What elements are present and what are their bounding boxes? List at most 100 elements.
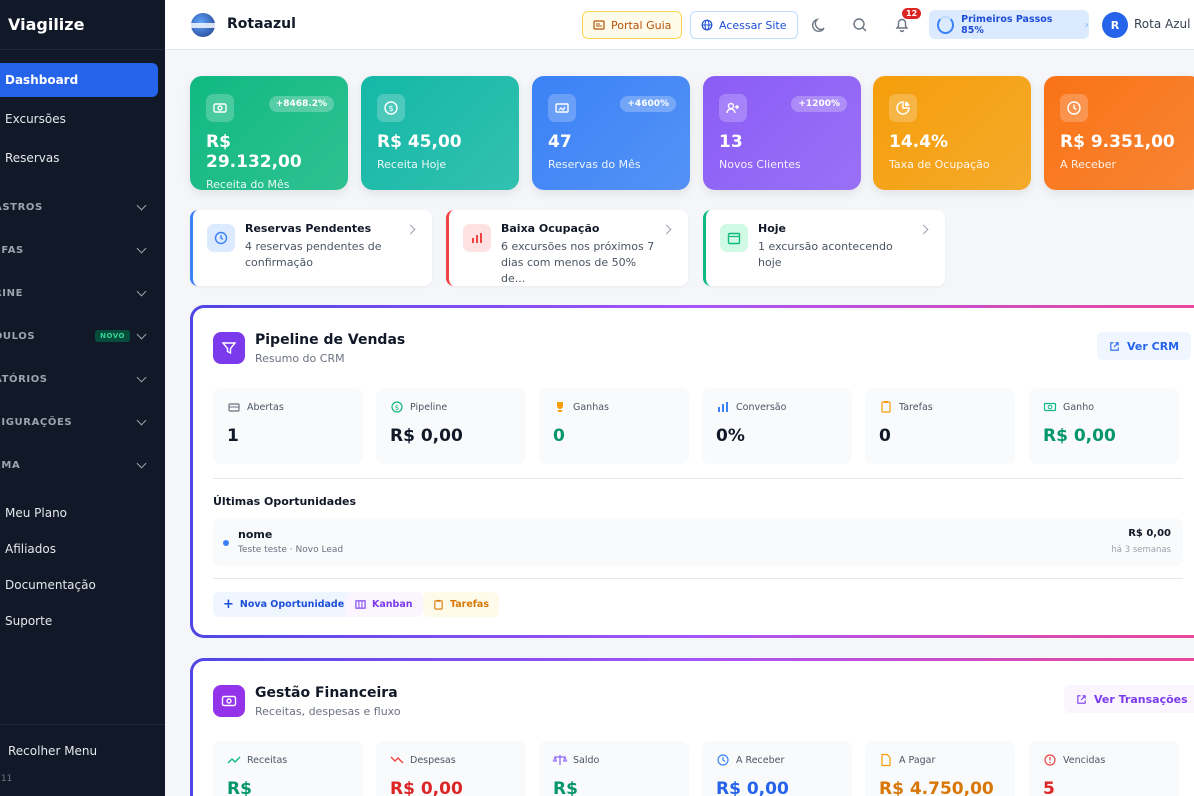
metric-value: R$ 26.381,00 (227, 779, 252, 796)
external-link-icon (1110, 341, 1119, 351)
inbox-icon (228, 403, 240, 412)
divider (213, 578, 1183, 579)
metric-value: 1 (227, 426, 239, 446)
group-label: ATÓRIOS (0, 373, 48, 385)
alert-desc: 1 excursão acontecendo hoje (758, 240, 893, 269)
metric-label: Vencidas (1063, 754, 1106, 766)
topbar: Rotaazul Portal Guia Acessar Site 12 Pri… (165, 0, 1194, 50)
alert-card[interactable]: Reservas Pendentes 4 reservas pendentes d… (190, 210, 432, 286)
stat-value: 13 (719, 132, 743, 152)
app-version: .11 (0, 774, 13, 784)
collapse-menu-button[interactable]: Recolher Menu (8, 744, 97, 758)
trophy-icon (557, 402, 563, 412)
metric-label: Ganho (1063, 401, 1095, 413)
pipeline-metric-card: Ganhas 0 (539, 388, 689, 464)
avatar[interactable]: R (1102, 12, 1128, 38)
alert-desc: 4 reservas pendentes de confirmação (245, 240, 382, 269)
moon-icon[interactable] (810, 16, 828, 34)
group-label: FIGURAÇÕES (0, 416, 73, 428)
sidebar-group-vitrine[interactable]: RINE (0, 286, 165, 300)
alert-title: Baixa Ocupação (501, 222, 600, 235)
finance-metric-card: Vencidas 5 (1029, 741, 1179, 796)
columns-icon (355, 600, 366, 609)
acessar-site-button[interactable]: Acessar Site (690, 11, 798, 39)
tarefas-button[interactable]: Tarefas (423, 592, 499, 617)
portal-guia-button[interactable]: Portal Guia (582, 11, 683, 39)
dollar-icon: $ (377, 94, 405, 122)
brand-logo[interactable]: Viagilize (0, 0, 165, 50)
finance-metric-card: A Receber R$ 0,00 (702, 741, 852, 796)
ver-transacoes-button[interactable]: Ver Transações (1064, 685, 1194, 713)
notification-count-badge: 12 (902, 8, 922, 19)
group-label: EMA (0, 459, 21, 471)
chevron-down-icon (136, 372, 147, 382)
onboarding-progress-button[interactable]: Primeiros Passos 85% › (929, 10, 1089, 39)
sidebar-item-excursoes[interactable]: Excursões (0, 102, 158, 136)
ver-crm-label: Ver CRM (1127, 339, 1180, 353)
sidebar-group-configuracoes[interactable]: FIGURAÇÕES (0, 415, 165, 429)
sidebar-link-afiliados[interactable]: Afiliados (5, 542, 56, 556)
chevron-down-icon (136, 200, 147, 210)
metric-label: Saldo (573, 754, 600, 766)
sidebar-item-reservas[interactable]: Reservas (0, 141, 158, 175)
group-label: ASTROS (0, 201, 43, 213)
sidebar-link-meu-plano[interactable]: Meu Plano (5, 506, 67, 520)
finance-metric-card: Despesas R$ 0,00 (376, 741, 526, 796)
pipeline-title: Pipeline de Vendas (255, 332, 406, 348)
section-label: Últimas Oportunidades (213, 495, 357, 508)
finance-metric-card: Receitas R$ 26.381,00 (213, 741, 363, 796)
alert-card[interactable]: Hoje 1 excursão acontecendo hoje (703, 210, 945, 286)
metric-label: Abertas (247, 401, 284, 413)
finance-panel: Gestão Financeira Receitas, despesas e f… (190, 658, 1194, 796)
finance-metric-card: Saldo R$ 26.381,00 (539, 741, 689, 796)
metric-value: 5 (1043, 779, 1055, 796)
search-icon[interactable] (851, 16, 869, 34)
chevron-down-icon (136, 415, 147, 425)
ticket-icon (548, 94, 576, 122)
metric-label: Pipeline (410, 401, 448, 413)
stat-card: +8468.2% R$ 29.132,00 Receita do Mês (190, 76, 348, 191)
pipeline-subtitle: Resumo do CRM (255, 352, 345, 365)
pipeline-panel: Pipeline de Vendas Resumo do CRM Ver CRM… (190, 305, 1194, 638)
opportunity-row[interactable]: nome Teste teste · Novo Lead R$ 0,00 há … (213, 518, 1183, 566)
sidebar-group-tarefas[interactable]: EFAS (0, 243, 165, 257)
money-icon (206, 94, 234, 122)
metric-value: 0 (553, 426, 565, 446)
alert-desc: 6 excursões nos próximos 7 dias com meno… (501, 240, 655, 285)
sidebar-footer-divider (0, 724, 165, 725)
nova-oportunidade-button[interactable]: + Nova Oportunidade (213, 592, 355, 617)
sidebar-group-cadastros[interactable]: ASTROS (0, 200, 165, 214)
globe-icon (701, 19, 713, 31)
pie-icon (889, 94, 917, 122)
sidebar-group-relatorios[interactable]: ATÓRIOS (0, 372, 165, 386)
change-badge: +4600% (620, 96, 676, 112)
calendar-icon (720, 224, 748, 252)
sidebar-item-dashboard[interactable]: Dashboard (0, 63, 158, 97)
metric-value: R$ 0,00 (390, 779, 463, 796)
metric-value: R$ 0,00 (716, 779, 789, 796)
kanban-button[interactable]: Kanban (345, 592, 423, 617)
sidebar-group-sistema[interactable]: EMA (0, 458, 165, 472)
sidebar: Viagilize Dashboard Excursões Reservas A… (0, 0, 165, 796)
sidebar-group-modulos[interactable]: DULOS NOVO (0, 329, 165, 343)
metric-label: Receitas (247, 754, 288, 766)
sidebar-link-suporte[interactable]: Suporte (5, 614, 52, 628)
change-badge: +1200% (791, 96, 847, 112)
sidebar-link-documentacao[interactable]: Documentação (5, 578, 96, 592)
acessar-site-label: Acessar Site (719, 18, 787, 32)
metric-label: Despesas (410, 754, 456, 766)
new-badge: NOVO (95, 330, 130, 342)
metric-value: R$ 26.381,00 (553, 779, 578, 796)
finance-subtitle: Receitas, despesas e fluxo (255, 705, 401, 718)
bar-chart-icon (463, 224, 491, 252)
stat-value: R$ 9.351,00 (1060, 132, 1175, 152)
alert-card[interactable]: Baixa Ocupação 6 excursões nos próximos 7… (446, 210, 688, 286)
ver-crm-button[interactable]: Ver CRM (1097, 332, 1192, 360)
chevron-right-icon: › (1084, 18, 1089, 31)
stat-label: Receita Hoje (377, 158, 447, 171)
trending-up-icon (227, 756, 241, 764)
trending-down-icon (390, 756, 404, 764)
stat-card: R$ 9.351,00 A Receber (1044, 76, 1194, 190)
user-name[interactable]: Rota Azul (1134, 17, 1190, 31)
stat-card: 14.4% Taxa de Ocupação (873, 76, 1031, 190)
